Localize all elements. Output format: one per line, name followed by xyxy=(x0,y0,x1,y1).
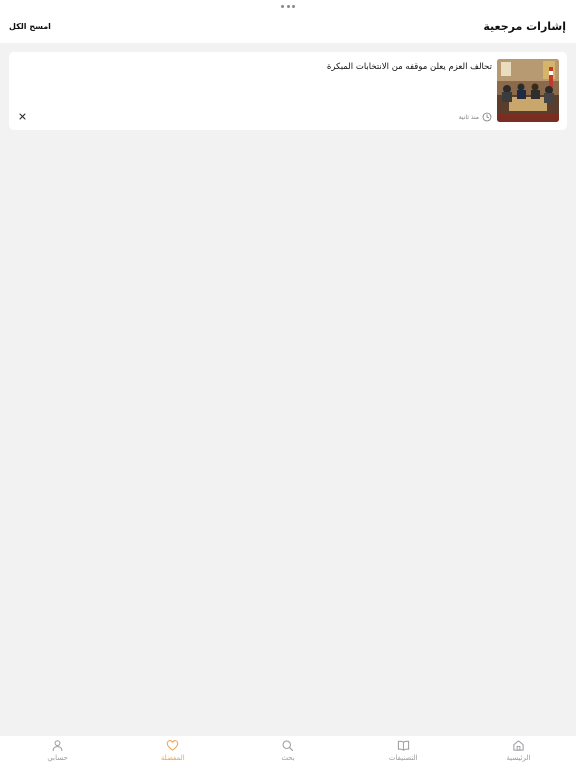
bottom-tab-bar: الرئيسية التصنيفات بحث المفضلة حسابي xyxy=(0,736,576,768)
tab-categories[interactable]: التصنيفات xyxy=(346,736,461,768)
clear-all-button[interactable]: امسح الكل xyxy=(9,22,51,31)
tab-search[interactable]: بحث xyxy=(230,736,345,768)
close-icon[interactable] xyxy=(19,113,26,120)
tab-home-label: الرئيسية xyxy=(506,754,531,762)
page-title: إشارات مرجعية xyxy=(483,20,566,33)
user-icon xyxy=(52,740,63,752)
bookmark-time: منذ ثانية xyxy=(458,113,479,121)
tab-favorites[interactable]: المفضلة xyxy=(115,736,230,768)
bookmark-headline[interactable]: تحالف العزم يعلن موقفه من الانتخابات الم… xyxy=(92,61,492,73)
more-options-icon[interactable] xyxy=(281,5,295,9)
home-icon xyxy=(513,740,524,751)
tab-account-label: حسابي xyxy=(47,754,68,762)
bookmark-thumbnail[interactable] xyxy=(497,59,559,122)
top-bar: إشارات مرجعية امسح الكل xyxy=(0,0,576,43)
search-icon xyxy=(283,740,294,751)
tab-home[interactable]: الرئيسية xyxy=(461,736,576,768)
tab-categories-label: التصنيفات xyxy=(388,754,418,762)
tab-favorites-label: المفضلة xyxy=(160,754,185,762)
bookmark-meta: منذ ثانية xyxy=(459,112,492,122)
bookmark-card[interactable]: تحالف العزم يعلن موقفه من الانتخابات الم… xyxy=(9,52,567,130)
bookmarks-screen: إشارات مرجعية امسح الكل تحالف العزم يعلن… xyxy=(0,0,576,768)
tab-search-label: بحث xyxy=(281,754,295,762)
heart-icon xyxy=(166,740,179,751)
clock-icon xyxy=(482,112,492,122)
book-icon xyxy=(397,740,409,751)
remove-bookmark-button[interactable] xyxy=(17,111,27,121)
tab-account[interactable]: حسابي xyxy=(0,736,115,768)
